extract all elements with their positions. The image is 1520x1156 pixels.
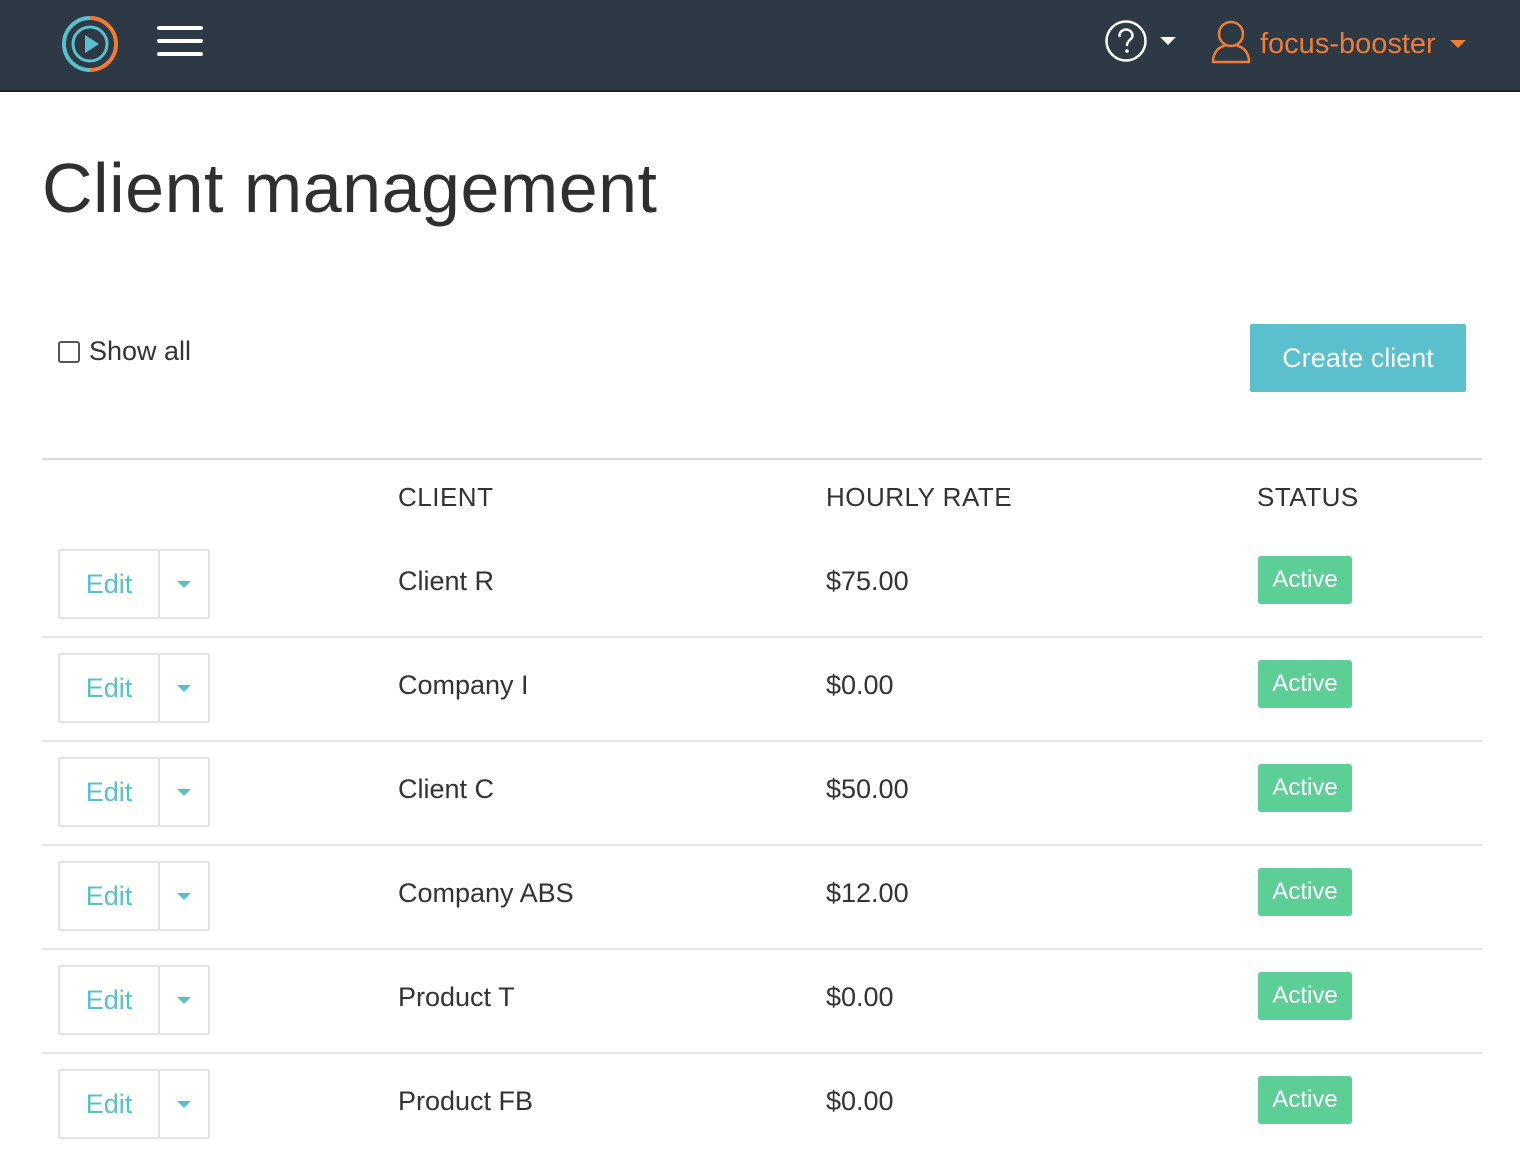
- hourly-rate: $12.00: [826, 878, 909, 908]
- clients-table: CLIENT HOURLY RATE STATUS Edit Client R …: [42, 458, 1482, 1156]
- top-navbar: focus-booster: [0, 0, 1520, 92]
- row-dropdown-button[interactable]: [160, 551, 208, 617]
- chevron-down-icon: [177, 996, 191, 1004]
- status-badge: Active: [1258, 972, 1352, 1020]
- chevron-down-icon: [177, 684, 191, 692]
- create-client-button[interactable]: Create client: [1250, 324, 1466, 392]
- table-header: CLIENT HOURLY RATE STATUS: [42, 458, 1482, 534]
- table-row: Edit Product FB $0.00 Active: [42, 1054, 1482, 1156]
- table-row: Edit Product T $0.00 Active: [42, 950, 1482, 1054]
- row-actions: Edit: [58, 861, 210, 931]
- row-actions: Edit: [58, 653, 210, 723]
- client-name: Company I: [398, 670, 529, 700]
- edit-button[interactable]: Edit: [60, 967, 160, 1033]
- chevron-down-icon: [1449, 40, 1466, 48]
- chevron-down-icon: [1160, 37, 1176, 45]
- row-actions: Edit: [58, 1069, 210, 1139]
- column-header-hourly-rate: HOURLY RATE: [826, 482, 1013, 512]
- status-badge: Active: [1258, 868, 1352, 916]
- row-actions: Edit: [58, 965, 210, 1035]
- show-all-toggle[interactable]: Show all: [58, 336, 191, 367]
- page-title: Client management: [42, 149, 658, 227]
- hourly-rate: $0.00: [826, 982, 894, 1012]
- edit-button[interactable]: Edit: [60, 551, 160, 617]
- user-name: focus-booster: [1260, 27, 1436, 60]
- user-menu[interactable]: focus-booster: [1210, 18, 1466, 70]
- show-all-checkbox[interactable]: [58, 340, 80, 363]
- edit-button[interactable]: Edit: [60, 863, 160, 929]
- user-outline-icon: [1210, 19, 1252, 70]
- edit-button[interactable]: Edit: [60, 759, 160, 825]
- chevron-down-icon: [177, 892, 191, 900]
- chevron-down-icon: [177, 1100, 191, 1108]
- row-dropdown-button[interactable]: [160, 655, 208, 721]
- column-header-status: STATUS: [1257, 482, 1359, 512]
- row-dropdown-button[interactable]: [160, 759, 208, 825]
- client-name: Product FB: [398, 1086, 534, 1116]
- show-all-label: Show all: [89, 336, 192, 366]
- hourly-rate: $75.00: [826, 566, 909, 596]
- client-name: Client C: [398, 774, 495, 804]
- client-name: Client R: [398, 566, 495, 596]
- hamburger-menu-icon[interactable]: [157, 26, 203, 58]
- table-row: Edit Company I $0.00 Active: [42, 638, 1482, 742]
- hourly-rate: $0.00: [826, 1086, 894, 1116]
- row-actions: Edit: [58, 757, 210, 827]
- chevron-down-icon: [177, 788, 191, 796]
- row-dropdown-button[interactable]: [160, 1071, 208, 1137]
- help-menu[interactable]: [1104, 18, 1176, 64]
- row-actions: Edit: [58, 549, 210, 619]
- status-badge: Active: [1258, 660, 1352, 708]
- row-dropdown-button[interactable]: [160, 863, 208, 929]
- status-badge: Active: [1258, 556, 1352, 604]
- column-header-client: CLIENT: [398, 482, 494, 512]
- table-row: Edit Client C $50.00 Active: [42, 742, 1482, 846]
- hourly-rate: $50.00: [826, 774, 909, 804]
- edit-button[interactable]: Edit: [60, 655, 160, 721]
- client-name: Company ABS: [398, 878, 574, 908]
- client-name: Product T: [398, 982, 515, 1012]
- status-badge: Active: [1258, 1076, 1352, 1124]
- hourly-rate: $0.00: [826, 670, 894, 700]
- row-dropdown-button[interactable]: [160, 967, 208, 1033]
- status-badge: Active: [1258, 764, 1352, 812]
- chevron-down-icon: [177, 580, 191, 588]
- table-row: Edit Client R $75.00 Active: [42, 534, 1482, 638]
- table-row: Edit Company ABS $12.00 Active: [42, 846, 1482, 950]
- question-circle-icon: [1104, 19, 1148, 63]
- play-circle-logo-icon[interactable]: [60, 14, 120, 74]
- edit-button[interactable]: Edit: [60, 1071, 160, 1137]
